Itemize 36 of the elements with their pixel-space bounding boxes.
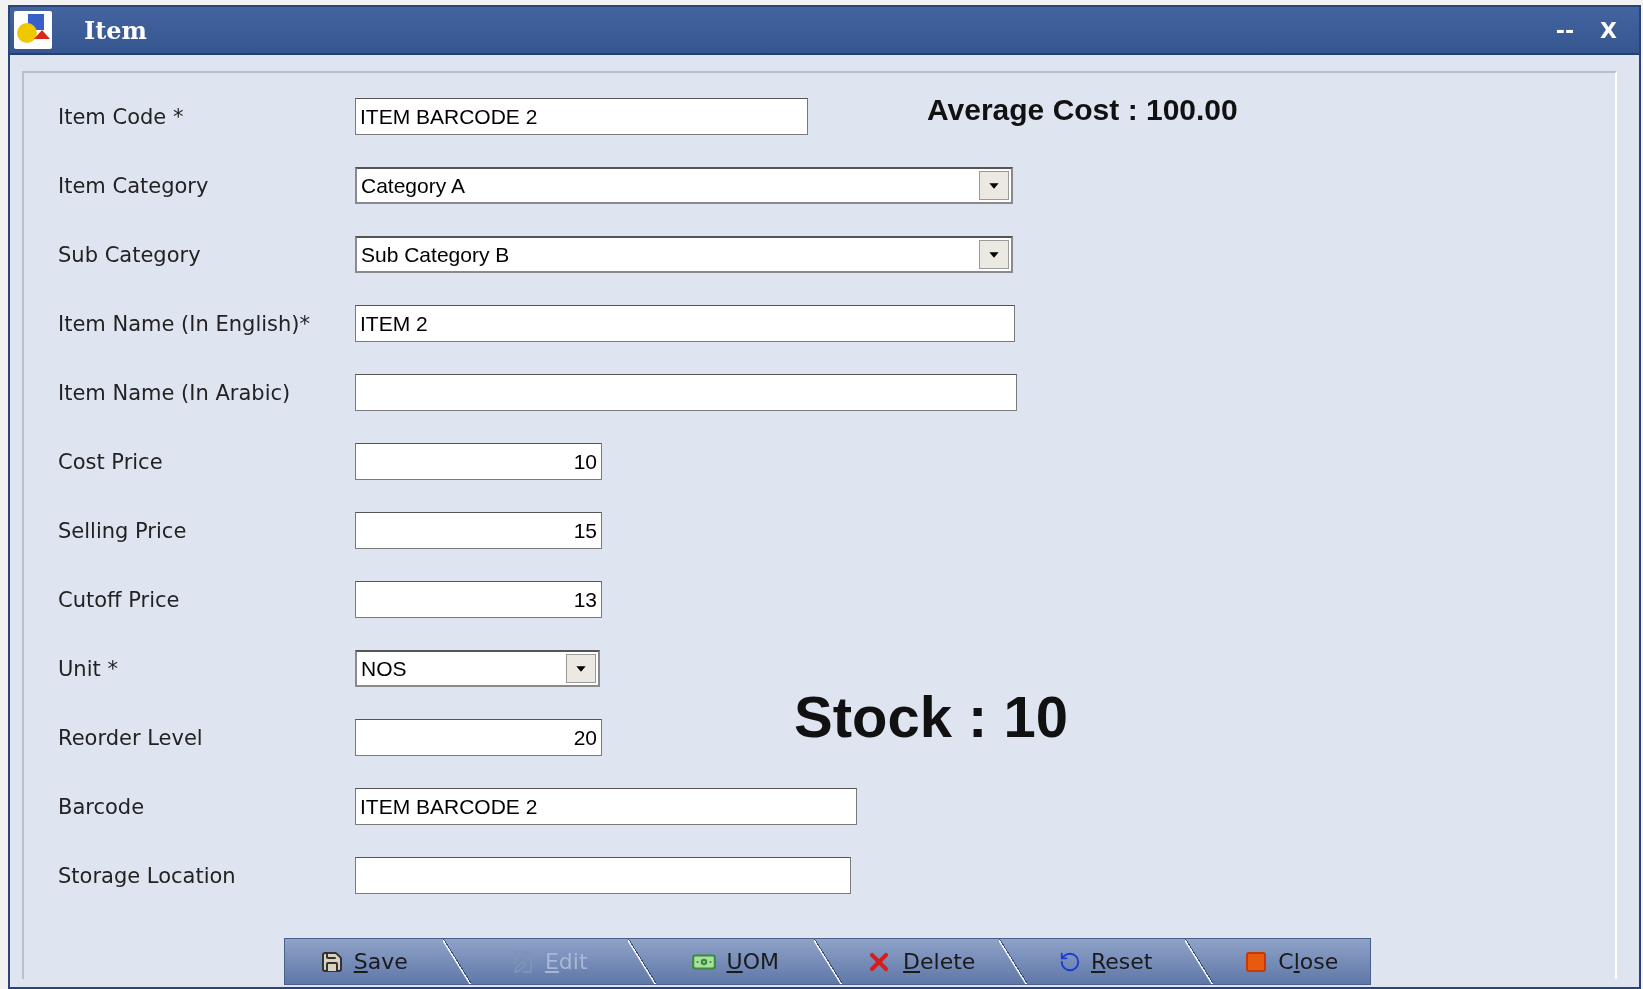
stock-count: Stock : 10 xyxy=(794,683,1068,750)
input-field[interactable] xyxy=(355,857,851,894)
field-label: Item Name (In Arabic) xyxy=(58,380,292,405)
field-label: Unit * xyxy=(58,656,119,681)
input-field[interactable]: ITEM BARCODE 2 xyxy=(355,98,808,135)
number-field[interactable]: 20 xyxy=(355,719,602,756)
field-label: Selling Price xyxy=(58,518,188,543)
window-title: Item xyxy=(84,15,148,45)
input-field[interactable] xyxy=(355,374,1017,411)
number-field[interactable]: 13 xyxy=(355,581,602,618)
field-label: Reorder Level xyxy=(58,725,204,750)
dropdown-field[interactable]: Sub Category B xyxy=(355,236,1013,273)
toolbar-button[interactable]: Delete xyxy=(841,939,999,984)
toolbar-button[interactable]: Save xyxy=(285,939,443,984)
field-label: Item Code * xyxy=(58,104,185,129)
app-icon xyxy=(14,11,52,49)
number-field[interactable]: 10 xyxy=(355,443,602,480)
field-label: Item Category xyxy=(58,173,210,198)
input-field[interactable]: ITEM 2 xyxy=(355,305,1015,342)
toolbar-button[interactable]: Reset xyxy=(1027,939,1185,984)
average-cost: Average Cost : 100.00 xyxy=(927,93,1238,127)
toolbar-button[interactable]: UOM xyxy=(656,939,814,984)
minimize-button[interactable]: -- xyxy=(1547,17,1583,43)
field-label: Storage Location xyxy=(58,863,237,888)
field-label: Barcode xyxy=(58,794,146,819)
dropdown-field[interactable]: Category A xyxy=(355,167,1013,204)
window-close-button[interactable]: X xyxy=(1592,17,1625,43)
field-label: Cost Price xyxy=(58,449,164,474)
field-label: Cutoff Price xyxy=(58,587,181,612)
field-label: Item Name (In English)* xyxy=(58,311,311,336)
toolbar-button[interactable]: Close xyxy=(1212,939,1370,984)
field-label: Sub Category xyxy=(58,242,202,267)
input-field[interactable]: ITEM BARCODE 2 xyxy=(355,788,857,825)
reset-icon xyxy=(1059,950,1081,973)
dropdown-field[interactable]: NOS xyxy=(355,650,600,687)
number-field[interactable]: 15 xyxy=(355,512,602,549)
